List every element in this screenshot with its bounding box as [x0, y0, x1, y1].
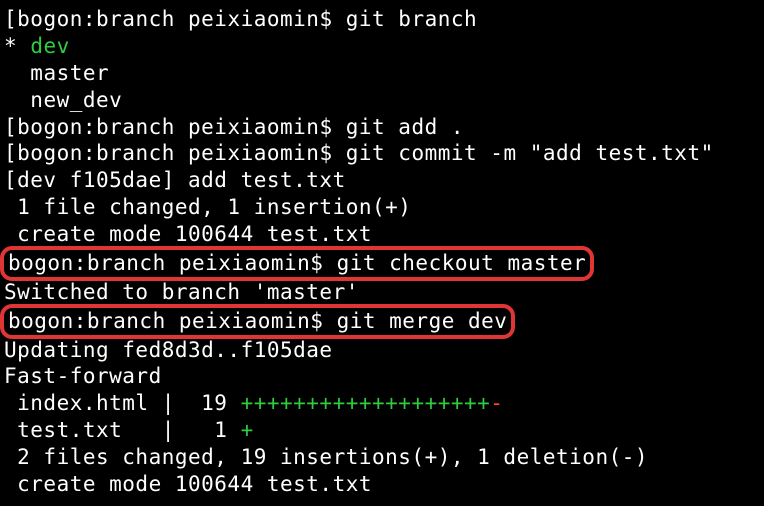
terminal-line-5: [bogon:branch peixiaomin$ git add .	[4, 114, 760, 141]
create-mode-2: create mode 100644 test.txt	[4, 472, 372, 496]
terminal-line-4: new_dev	[4, 87, 760, 114]
prompt-bracket: [	[4, 7, 17, 31]
prompt: bogon:branch peixiaomin$	[17, 141, 346, 165]
terminal-line-6: [bogon:branch peixiaomin$ git commit -m …	[4, 140, 760, 167]
terminal-line-18: create mode 100644 test.txt	[4, 471, 760, 498]
command-git-merge: git merge dev	[337, 309, 508, 333]
command-git-branch: git branch	[346, 7, 477, 31]
terminal-line-15: index.html | 19 +++++++++++++++++++-	[4, 390, 760, 417]
terminal-line-12-highlighted: bogon:branch peixiaomin$ git merge dev	[4, 306, 760, 337]
commit-hash: [dev f105dae] add test.txt	[4, 168, 346, 192]
highlight-box-checkout: bogon:branch peixiaomin$ git checkout ma…	[0, 246, 594, 281]
terminal-line-14: Fast-forward	[4, 363, 760, 390]
terminal-line-2: * dev	[4, 33, 760, 60]
prompt: bogon:branch peixiaomin$	[17, 115, 346, 139]
terminal-line-8: 1 file changed, 1 insertion(+)	[4, 194, 760, 221]
command-git-add: git add .	[346, 115, 464, 139]
prompt: bogon:branch peixiaomin$	[17, 7, 346, 31]
diff-plus-icon: +	[241, 418, 254, 442]
terminal-line-3: master	[4, 60, 760, 87]
terminal-line-17: 2 files changed, 19 insertions(+), 1 del…	[4, 444, 760, 471]
switched-output: Switched to branch 'master'	[4, 280, 359, 304]
branch-new-dev: new_dev	[30, 88, 122, 112]
commit-changed: 1 file changed, 1 insertion(+)	[4, 195, 411, 219]
commit-create-mode: create mode 100644 test.txt	[4, 222, 372, 246]
terminal-line-16: test.txt | 1 +	[4, 417, 760, 444]
terminal-line-1: [bogon:branch peixiaomin$ git branch	[4, 6, 760, 33]
terminal-line-9: create mode 100644 test.txt	[4, 221, 760, 248]
prompt: bogon:branch peixiaomin$	[8, 309, 337, 333]
terminal-line-11: Switched to branch 'master'	[4, 279, 760, 306]
diff-minus-icon: -	[490, 391, 503, 415]
diff-plus-icon: +++++++++++++++++++	[241, 391, 491, 415]
terminal-line-10-highlighted: bogon:branch peixiaomin$ git checkout ma…	[4, 248, 760, 279]
fast-forward: Fast-forward	[4, 364, 162, 388]
branch-master: master	[30, 61, 109, 85]
branch-marker: *	[4, 34, 17, 58]
command-git-checkout: git checkout master	[337, 251, 587, 275]
prompt-bracket: [	[4, 115, 17, 139]
terminal-line-13: Updating fed8d3d..f105dae	[4, 337, 760, 364]
prompt: bogon:branch peixiaomin$	[8, 251, 337, 275]
highlight-box-merge: bogon:branch peixiaomin$ git merge dev	[0, 304, 515, 339]
updating-output: Updating fed8d3d..f105dae	[4, 338, 333, 362]
prompt-bracket: [	[4, 141, 17, 165]
current-branch: dev	[30, 34, 69, 58]
terminal-line-7: [dev f105dae] add test.txt	[4, 167, 760, 194]
diff-test-prefix: test.txt | 1	[4, 418, 241, 442]
summary-output: 2 files changed, 19 insertions(+), 1 del…	[4, 445, 648, 469]
command-git-commit: git commit -m "add test.txt"	[346, 141, 714, 165]
diff-index-prefix: index.html | 19	[4, 391, 241, 415]
